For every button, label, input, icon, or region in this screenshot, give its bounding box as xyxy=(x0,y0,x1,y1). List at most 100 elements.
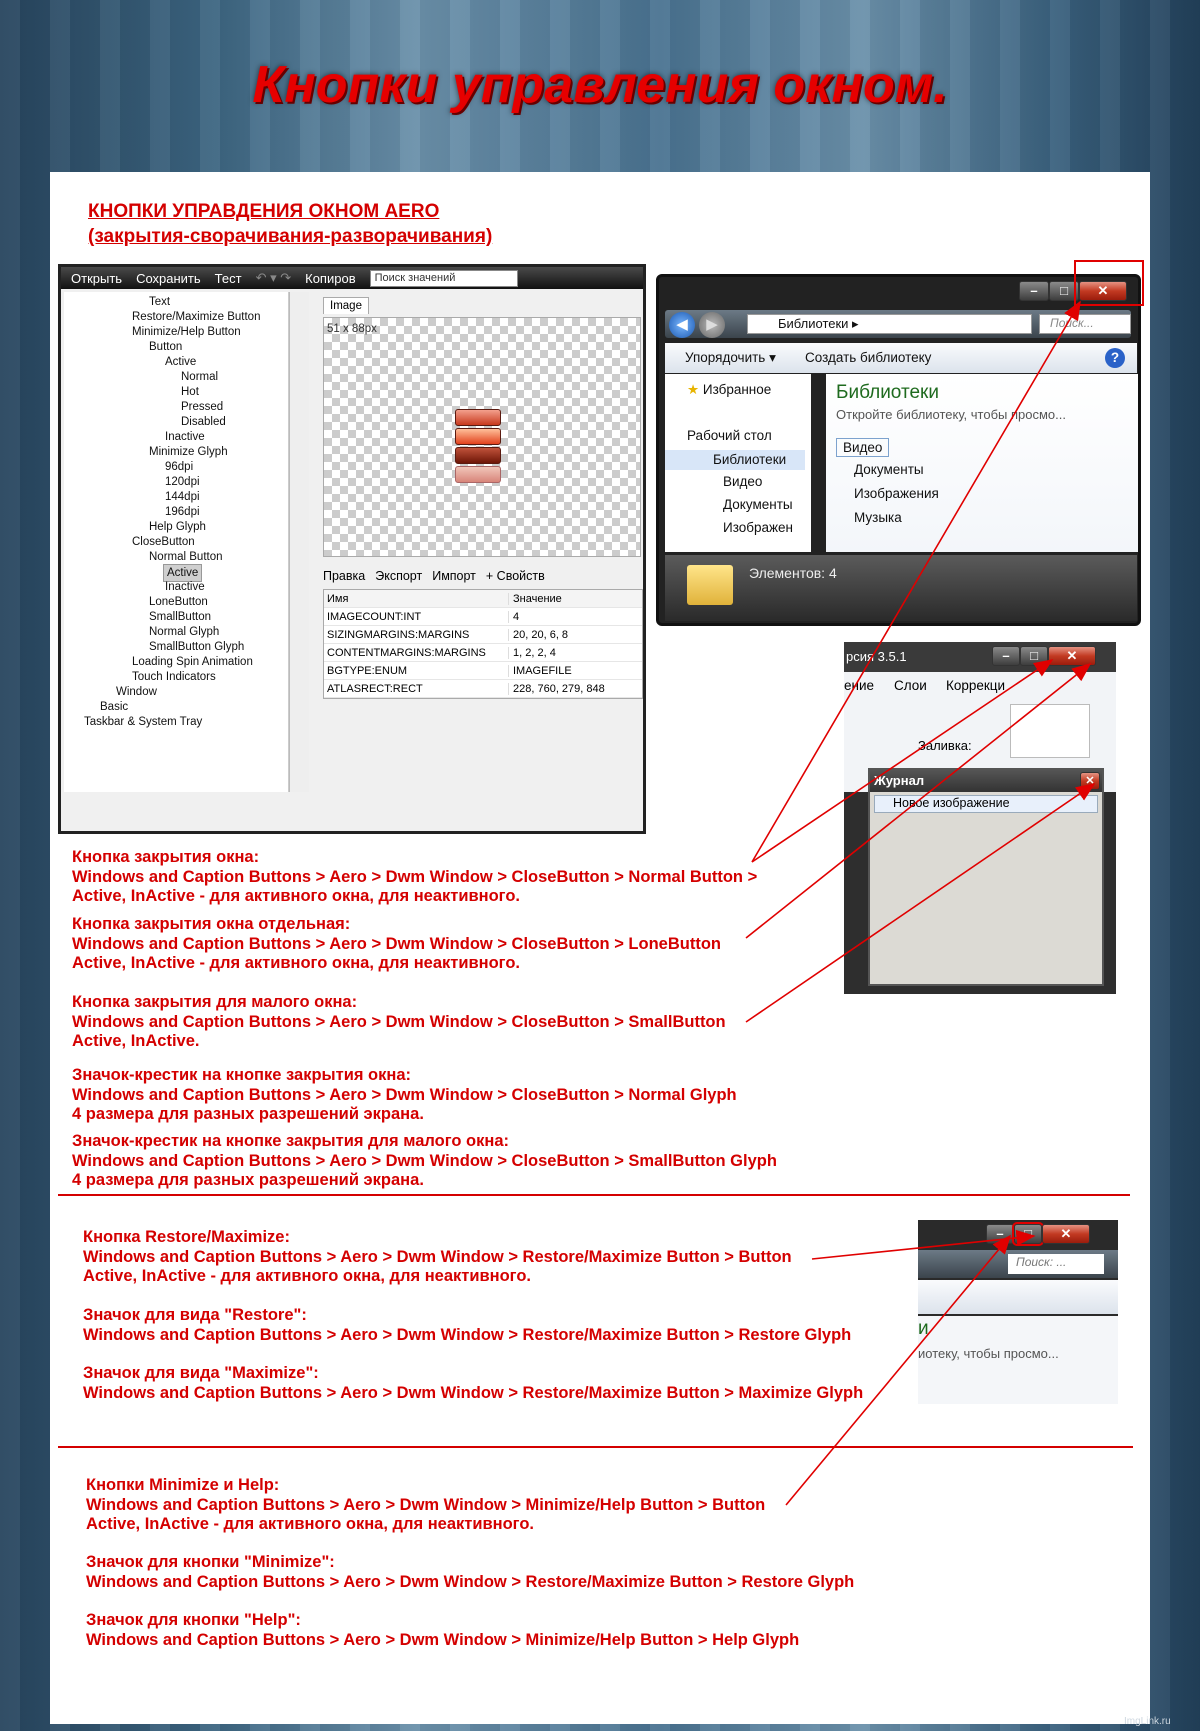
organize-button[interactable]: Упорядочить ▾ xyxy=(685,350,776,366)
tree-item[interactable]: Taskbar & System Tray xyxy=(84,714,202,730)
properties-table: Имя Значение IMAGECOUNT:INT 4 SIZINGMARGIN… xyxy=(323,589,643,699)
paint-window-screenshot: рсия 3.5.1 – □ ✕ ение Слои Коррекци Зали… xyxy=(844,642,1116,994)
tree-item[interactable]: Basic xyxy=(100,699,128,715)
tree-item[interactable]: Touch Indicators xyxy=(132,669,216,685)
menu-item[interactable]: Коррекци xyxy=(946,678,1005,693)
tree-item[interactable]: Inactive xyxy=(165,429,205,445)
maximize-button[interactable]: □ xyxy=(1012,1222,1044,1246)
nav-libraries[interactable]: Библиотеки xyxy=(665,450,805,470)
table-row[interactable]: CONTENTMARGINS:MARGINS 1, 2, 2, 4 xyxy=(324,644,642,662)
heading-fragment: и xyxy=(918,1318,929,1339)
image-size-label: 51 x 88px xyxy=(327,323,377,335)
open-button[interactable]: Открыть xyxy=(71,271,122,286)
back-icon[interactable]: ◀ xyxy=(669,312,695,338)
star-icon: ★ xyxy=(687,382,703,397)
item-count: Элементов: 4 xyxy=(749,565,837,581)
search-input[interactable]: Поиск значений xyxy=(369,269,518,287)
new-library-button[interactable]: Создать библиотеку xyxy=(805,350,931,365)
tree-scrollbar[interactable] xyxy=(289,292,309,792)
nav-pictures[interactable]: Изображен xyxy=(723,520,793,535)
tree-item[interactable]: Normal xyxy=(181,369,218,385)
menu-item[interactable]: ение xyxy=(844,678,874,693)
tree-item[interactable]: 144dpi xyxy=(165,489,200,505)
library-video[interactable]: Видео xyxy=(836,438,890,457)
undo-icon[interactable]: ↶ ▾ ↷ xyxy=(256,270,292,286)
export-button[interactable]: Экспорт xyxy=(375,569,422,587)
close-button[interactable]: ✕ xyxy=(1048,646,1096,666)
tree-item[interactable]: Normal Glyph xyxy=(149,624,219,640)
tree-item[interactable]: Active xyxy=(165,354,196,370)
close-button-highlight xyxy=(1074,260,1144,306)
tree-item[interactable]: SmallButton xyxy=(149,609,211,625)
address-input[interactable]: Библиотеки ▸ xyxy=(747,314,1032,334)
menu-item[interactable]: Слои xyxy=(894,678,927,693)
tree-item[interactable]: 196dpi xyxy=(165,504,200,520)
history-panel: Журнал ✕ Новое изображение xyxy=(868,768,1104,986)
tree-item[interactable]: Disabled xyxy=(181,414,226,430)
tree-item[interactable]: 120dpi xyxy=(165,474,200,490)
edit-button[interactable]: Правка xyxy=(323,569,365,587)
copy-button[interactable]: Копиров xyxy=(305,271,355,286)
test-button[interactable]: Тест xyxy=(215,271,242,286)
search-input[interactable]: Поиск... xyxy=(1039,314,1131,334)
navigation-pane: ★ Избранное Рабочий стол Библиотеки Виде… xyxy=(665,374,811,552)
search-input[interactable]: Поиск: ... xyxy=(1008,1254,1104,1274)
tree-item[interactable]: LoneButton xyxy=(149,594,208,610)
tree-item[interactable]: Restore/Maximize Button xyxy=(132,309,260,325)
tree-item[interactable]: Inactive xyxy=(165,579,205,595)
nav-desktop[interactable]: Рабочий стол xyxy=(687,428,772,443)
text-block-small: Кнопка закрытия для малого окна: Windows … xyxy=(72,993,726,1050)
table-row[interactable]: BGTYPE:ENUM IMAGEFILE xyxy=(324,662,642,680)
table-row[interactable]: SIZINGMARGINS:MARGINS 20, 20, 6, 8 xyxy=(324,626,642,644)
tree-item[interactable]: Help Glyph xyxy=(149,519,206,535)
tree-item[interactable]: Minimize/Help Button xyxy=(132,324,241,340)
color-swatch[interactable] xyxy=(1010,704,1090,758)
minimize-button[interactable]: – xyxy=(1019,281,1049,301)
library-pictures[interactable]: Изображения xyxy=(854,486,939,501)
status-bar: Элементов: 4 xyxy=(665,555,1137,621)
tree-item[interactable]: SmallButton Glyph xyxy=(149,639,244,655)
text-block-normal-glyph: Значок-крестик на кнопке закрытия окна: W… xyxy=(72,1066,737,1123)
text-block-restore-glyph: Значок для вида "Restore": Windows and Ca… xyxy=(83,1306,852,1344)
table-row[interactable]: IMAGECOUNT:INT 4 xyxy=(324,608,642,626)
nav-favorites[interactable]: ★ Избранное xyxy=(687,382,771,398)
help-icon[interactable]: ? xyxy=(1105,348,1125,368)
small-close-button[interactable]: ✕ xyxy=(1080,772,1100,790)
close-button[interactable]: ✕ xyxy=(1042,1224,1090,1244)
text-block-small-glyph: Значок-крестик на кнопке закрытия для ма… xyxy=(72,1132,777,1189)
tree-item[interactable]: Button xyxy=(149,339,182,355)
history-item[interactable]: Новое изображение xyxy=(874,795,1098,813)
tree-item[interactable]: Hot xyxy=(181,384,199,400)
minimize-button[interactable]: – xyxy=(992,646,1020,666)
table-row[interactable]: ATLASRECT:RECT 228, 760, 279, 848 xyxy=(324,680,642,698)
text-block-close: Кнопка закрытия окна: Windows and Caption… xyxy=(72,848,758,905)
element-tree[interactable]: Text Restore/Maximize Button Minimize/He… xyxy=(64,292,289,792)
nav-documents[interactable]: Документы xyxy=(723,497,793,512)
tab-image[interactable]: Image xyxy=(323,297,369,314)
tree-item[interactable]: Minimize Glyph xyxy=(149,444,228,460)
library-documents[interactable]: Документы xyxy=(854,462,924,477)
forward-icon[interactable]: ▶ xyxy=(699,312,725,338)
tree-item[interactable]: Loading Spin Animation xyxy=(132,654,253,670)
library-music[interactable]: Музыка xyxy=(854,510,902,525)
maximize-button[interactable]: □ xyxy=(1020,646,1048,666)
editor-toolbar: Открыть Сохранить Тест ↶ ▾ ↷ Копиров Пои… xyxy=(61,267,643,289)
tree-item[interactable]: 96dpi xyxy=(165,459,193,475)
tree-item[interactable]: Text xyxy=(149,294,170,310)
tree-item[interactable]: Normal Button xyxy=(149,549,223,565)
tree-item[interactable]: CloseButton xyxy=(132,534,195,550)
text-block-restore: Кнопка Restore/Maximize: Windows and Capt… xyxy=(83,1228,792,1285)
add-property-button[interactable]: + Свойств xyxy=(486,569,545,587)
divider xyxy=(58,1446,1133,1448)
minimize-button[interactable]: – xyxy=(986,1224,1014,1244)
explorer-window-screenshot: – □ ✕ ◀ ▶ Библиотеки ▸ Поиск... Упорядоч… xyxy=(656,274,1141,626)
tree-item[interactable]: Window xyxy=(116,684,157,700)
header-line-2: (закрытия-сворачивания-разворачивания) xyxy=(88,226,493,247)
text-block-maximize-glyph: Значок для вида "Maximize": Windows and C… xyxy=(83,1364,864,1402)
section-header: КНОПКИ УПРАВДЕНИЯ ОКНОМ AERO (закрытия-с… xyxy=(88,199,492,249)
save-button[interactable]: Сохранить xyxy=(136,271,201,286)
import-button[interactable]: Импорт xyxy=(432,569,476,587)
tree-item[interactable]: Pressed xyxy=(181,399,223,415)
nav-video[interactable]: Видео xyxy=(723,474,762,489)
table-header: Имя Значение xyxy=(324,590,642,608)
